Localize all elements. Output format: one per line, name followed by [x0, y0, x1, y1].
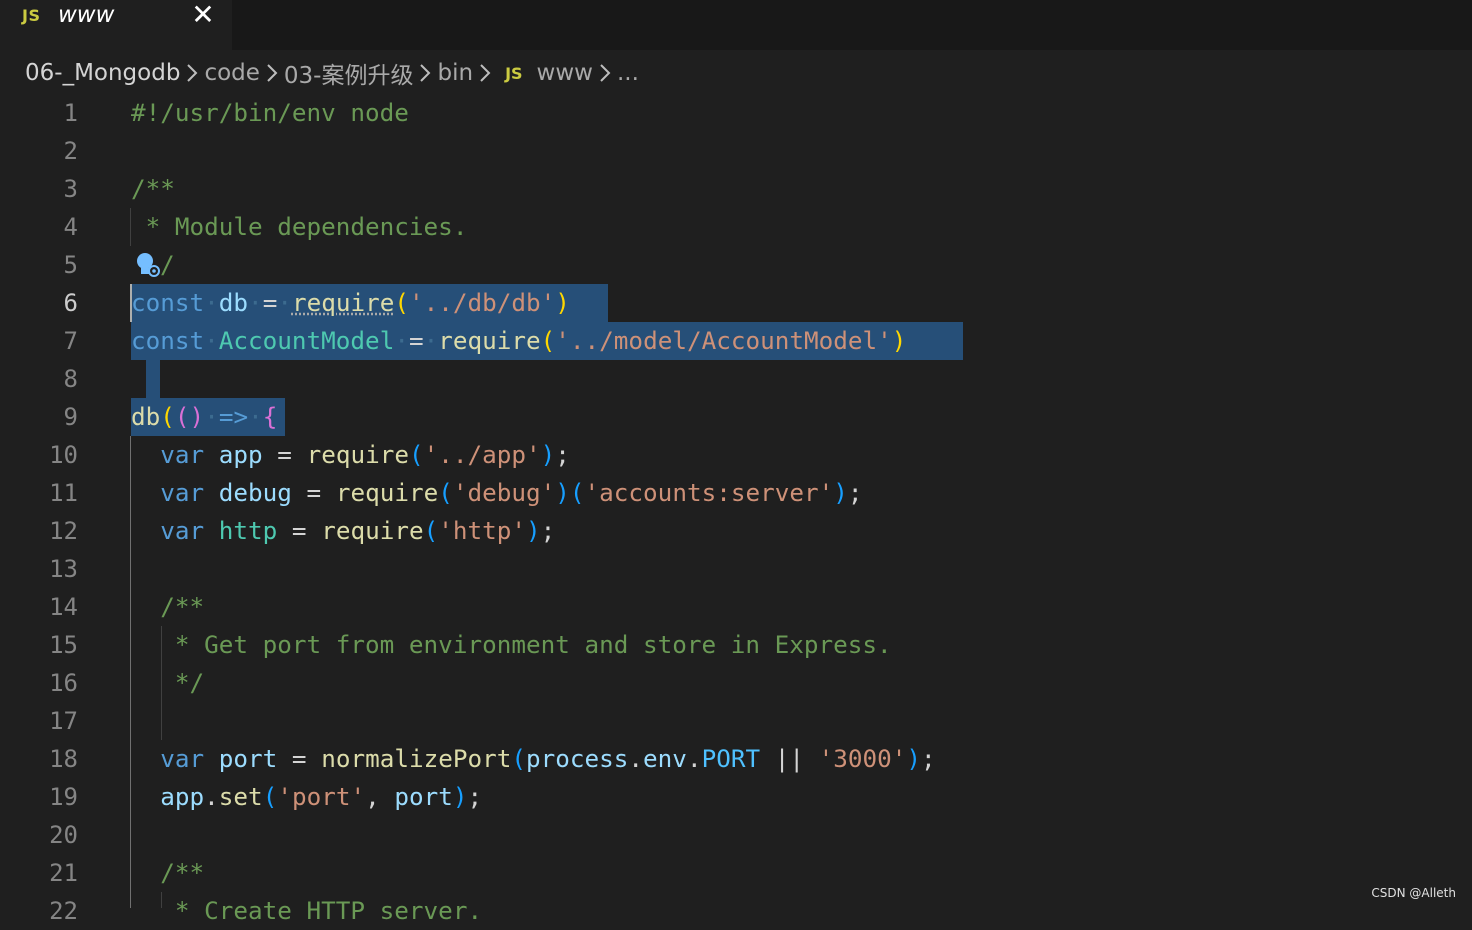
- code-text: app.set('port', port);: [160, 782, 483, 811]
- line-number: 20: [49, 821, 78, 849]
- code-line: 9 db(()·=>·{: [0, 398, 1472, 436]
- lightbulb-icon[interactable]: [134, 252, 164, 280]
- line-number: 13: [49, 555, 78, 583]
- line-number: 22: [49, 897, 78, 925]
- code-text: var port = normalizePort(process.env.POR…: [131, 744, 936, 773]
- code-text: #!/usr/bin/env node: [131, 98, 409, 127]
- line-number: 4: [63, 213, 78, 241]
- line-number: 21: [49, 859, 78, 887]
- breadcrumb-item-bin[interactable]: bin: [437, 60, 473, 86]
- code-line: 19 app.set('port', port);: [0, 778, 1472, 816]
- text-cursor: [130, 284, 132, 322]
- breadcrumb-item-project[interactable]: 06-_Mongodb: [25, 60, 180, 86]
- breadcrumb-item-code[interactable]: code: [204, 60, 259, 86]
- code-line: 20: [0, 816, 1472, 854]
- breadcrumb-more[interactable]: ...: [617, 60, 639, 86]
- code-text: * Module dependencies.: [131, 212, 468, 241]
- breadcrumb-item-file[interactable]: www: [537, 60, 593, 86]
- code-text: */: [131, 668, 205, 697]
- line-number: 17: [49, 707, 78, 735]
- line-number: 9: [63, 403, 78, 431]
- breadcrumb: 06-_Mongodb code 03-案例升级 bin JS www ...: [25, 56, 639, 90]
- breadcrumb-item-folder[interactable]: 03-案例升级: [284, 56, 414, 90]
- tab-title: www: [58, 2, 115, 28]
- code-line: 8: [0, 360, 1472, 398]
- line-number: 15: [49, 631, 78, 659]
- line-number-active: 6: [63, 289, 78, 317]
- code-text: db(()·=>·{: [131, 402, 278, 431]
- code-text: const·AccountModel·=·require('../model/A…: [131, 326, 907, 355]
- code-line: 11 var debug = require('debug')('account…: [0, 474, 1472, 512]
- code-line: 10 var app = require('../app');: [0, 436, 1472, 474]
- javascript-file-icon: JS: [505, 63, 523, 83]
- code-editor[interactable]: 1 #!/usr/bin/env node 2 3 /** 4 * Module…: [0, 94, 1472, 925]
- line-number: 8: [63, 365, 78, 393]
- line-number: 12: [49, 517, 78, 545]
- code-text: /**: [131, 592, 205, 621]
- code-line: 15 * Get port from environment and store…: [0, 626, 1472, 664]
- code-text: var http = require('http');: [131, 516, 556, 545]
- line-number: 3: [63, 175, 78, 203]
- line-number: 7: [63, 327, 78, 355]
- code-text: /**: [131, 174, 175, 203]
- chevron-right-icon: [186, 63, 198, 83]
- code-line: 14 /**: [0, 588, 1472, 626]
- chevron-right-icon: [266, 63, 278, 83]
- line-number: 19: [49, 783, 78, 811]
- code-text: var app = require('../app');: [131, 440, 570, 469]
- code-line: 7 const·AccountModel·=·require('../model…: [0, 322, 1472, 360]
- code-text: * Create HTTP server.: [131, 896, 483, 925]
- javascript-file-icon: JS: [22, 6, 41, 25]
- code-line: 12 var http = require('http');: [0, 512, 1472, 550]
- watermark: CSDN @Alleth: [1371, 886, 1456, 900]
- code-line: 17: [0, 702, 1472, 740]
- chevron-right-icon: [419, 63, 431, 83]
- line-number: 11: [49, 479, 78, 507]
- code-line: 4 * Module dependencies.: [0, 208, 1472, 246]
- chevron-right-icon: [479, 63, 491, 83]
- line-number: 16: [49, 669, 78, 697]
- close-icon[interactable]: ✕: [186, 0, 220, 30]
- code-line: 13: [0, 550, 1472, 588]
- code-line: 22 * Create HTTP server.: [0, 892, 1472, 930]
- code-line: 1 #!/usr/bin/env node: [0, 94, 1472, 132]
- line-number: 2: [63, 137, 78, 165]
- code-line: 2: [0, 132, 1472, 170]
- tab-bar: JS www ✕: [0, 0, 1472, 50]
- code-line: 5 /: [0, 246, 1472, 284]
- code-line: 21 /**: [0, 854, 1472, 892]
- code-line: 6 const·db·=·require('../db/db'): [0, 284, 1472, 322]
- code-text: const·db·=·require('../db/db'): [131, 288, 570, 317]
- line-number: 14: [49, 593, 78, 621]
- line-number: 5: [63, 251, 78, 279]
- code-text: var debug = require('debug')('accounts:s…: [131, 478, 863, 507]
- code-text: /**: [131, 858, 205, 887]
- line-number: 10: [49, 441, 78, 469]
- code-line: 16 */: [0, 664, 1472, 702]
- code-line: 18 var port = normalizePort(process.env.…: [0, 740, 1472, 778]
- code-line: 3 /**: [0, 170, 1472, 208]
- chevron-right-icon: [599, 63, 611, 83]
- line-number: 18: [49, 745, 78, 773]
- code-text: * Get port from environment and store in…: [131, 630, 892, 659]
- tab-www[interactable]: JS www ✕: [0, 0, 232, 50]
- line-number: 1: [63, 99, 78, 127]
